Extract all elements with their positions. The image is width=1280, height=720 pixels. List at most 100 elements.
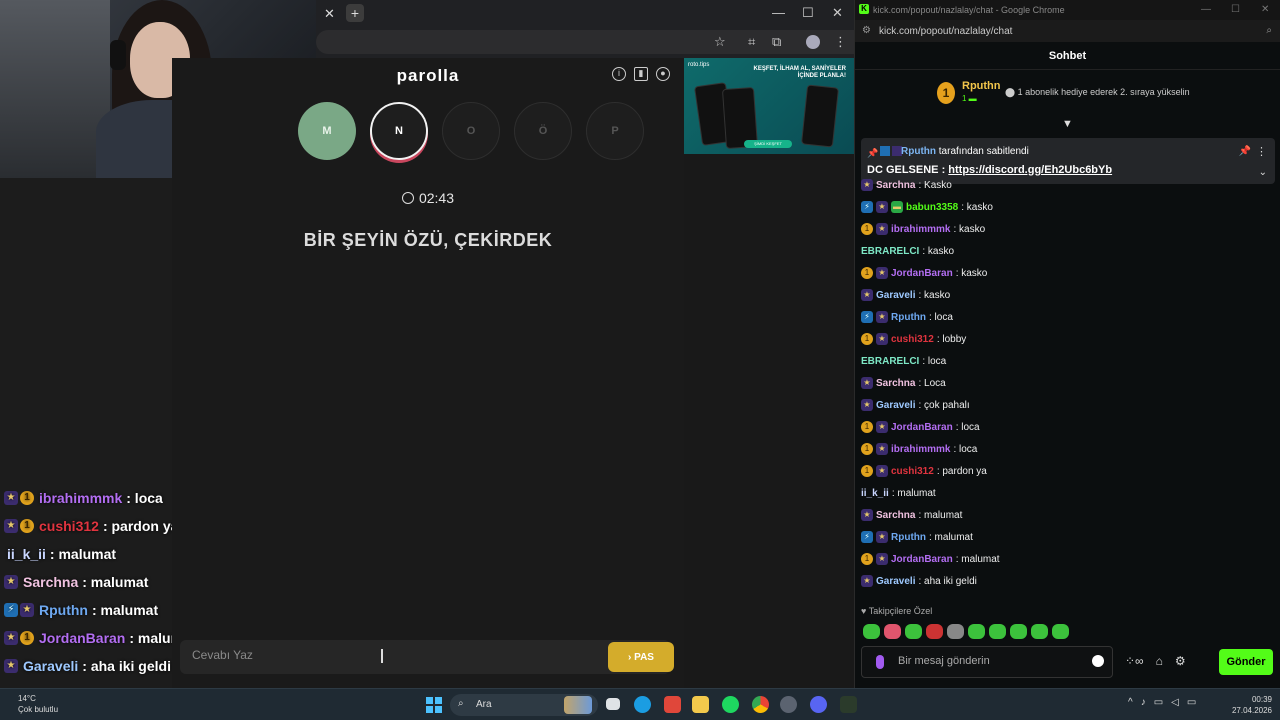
- chat-username[interactable]: Garaveli: [876, 400, 915, 411]
- tray-chevron-icon[interactable]: ^: [1128, 697, 1133, 708]
- advertisement[interactable]: roto.tips KEŞFET, İLHAM AL, SANİYELER İÇ…: [684, 58, 854, 154]
- info-icon[interactable]: i: [612, 67, 626, 81]
- app-p-icon[interactable]: [664, 696, 681, 713]
- discord-icon[interactable]: [810, 696, 827, 713]
- ad-cta-button[interactable]: ŞİMDİ KEŞFET: [744, 140, 792, 148]
- emote[interactable]: [905, 624, 922, 639]
- profile-avatar[interactable]: [806, 35, 820, 49]
- ad-logo: roto.tips: [688, 62, 710, 68]
- start-button[interactable]: [426, 697, 442, 713]
- chat-username[interactable]: Sarchna: [876, 378, 915, 389]
- emote[interactable]: [947, 624, 964, 639]
- chat-username[interactable]: JordanBaran: [891, 268, 953, 279]
- more-options-icon[interactable]: ⋮: [1256, 145, 1267, 158]
- chat-header: Sohbet: [855, 42, 1280, 70]
- weather-widget[interactable]: 14°C Çok bulutlu: [18, 693, 58, 715]
- scroll-down-icon[interactable]: ▼: [1062, 118, 1073, 130]
- emote[interactable]: [1052, 624, 1069, 639]
- letter-2: N: [370, 102, 428, 160]
- url-bar[interactable]: ⚙ kick.com/popout/nazlalay/chat ⌕: [855, 20, 1280, 42]
- question-text: BİR ŞEYİN ÖZÜ, ÇEKİRDEK: [303, 230, 553, 250]
- mic-icon[interactable]: [876, 655, 884, 669]
- volume-icon[interactable]: ◁: [1171, 697, 1179, 708]
- emote[interactable]: [926, 624, 943, 639]
- send-button[interactable]: Gönder: [1219, 649, 1273, 675]
- task-view-icon[interactable]: [606, 698, 620, 710]
- chat-username[interactable]: cushi312: [891, 466, 934, 477]
- settings-gear-icon[interactable]: ⚙: [1175, 654, 1186, 668]
- maximize-icon[interactable]: ☐: [1231, 4, 1240, 15]
- edge-icon[interactable]: [634, 696, 651, 713]
- network-icon[interactable]: ▭: [1154, 697, 1163, 708]
- stats-icon[interactable]: ▮: [634, 67, 648, 81]
- emote[interactable]: [884, 624, 901, 639]
- file-explorer-icon[interactable]: [692, 696, 709, 713]
- menu-dots-icon[interactable]: ⋮: [834, 34, 847, 50]
- close-window-icon[interactable]: ✕: [1261, 4, 1269, 15]
- zoom-icon[interactable]: ⌕: [1266, 25, 1272, 36]
- chat-username[interactable]: JordanBaran: [891, 554, 953, 565]
- gold-badge-icon: 1: [20, 491, 34, 505]
- chat-username[interactable]: cushi312: [891, 334, 934, 345]
- emote[interactable]: [1010, 624, 1027, 639]
- maximize-icon[interactable]: ☐: [802, 5, 814, 21]
- chat-username[interactable]: JordanBaran: [891, 422, 953, 433]
- chat-message-row: ★ Sarchna: malumat: [861, 504, 1275, 526]
- pin-badges: 📌: [867, 146, 903, 159]
- mic-tray-icon[interactable]: ♪: [1141, 697, 1146, 708]
- spotify-icon[interactable]: [722, 696, 739, 713]
- chat-username[interactable]: Rputhn: [891, 312, 926, 323]
- close-tab-icon[interactable]: ✕: [324, 6, 335, 22]
- clock[interactable]: 00:39 27.04.2026: [1228, 694, 1272, 716]
- chat-username[interactable]: ibrahimmmk: [891, 224, 950, 235]
- chrome-icon[interactable]: [752, 696, 769, 713]
- kick-taskbar-icon[interactable]: [840, 696, 857, 713]
- emote[interactable]: [863, 624, 880, 639]
- chat-username[interactable]: Sarchna: [876, 180, 915, 191]
- overlay-chat-user: Garaveli: [23, 658, 79, 674]
- minimize-icon[interactable]: —: [1201, 4, 1211, 15]
- chat-message-row: ★ Sarchna: Kasko: [861, 174, 1275, 196]
- text-cursor-icon: [381, 649, 383, 663]
- chat-username[interactable]: Garaveli: [876, 290, 915, 301]
- site-info-icon[interactable]: ⚙: [862, 25, 871, 36]
- badges-icon[interactable]: ⁘∞: [1125, 654, 1144, 668]
- star-badge-icon: ★: [861, 399, 873, 411]
- chat-username[interactable]: EBRARELCI: [861, 246, 919, 257]
- overlay-chat-message: : malumat: [82, 574, 149, 590]
- battery-icon[interactable]: ▭: [1187, 697, 1196, 708]
- taskbar-search[interactable]: ⌕ Ara: [450, 694, 598, 716]
- store-icon[interactable]: ⌂: [1156, 654, 1163, 668]
- chat-input[interactable]: [898, 655, 1088, 667]
- bookmark-star-icon[interactable]: ☆: [714, 34, 726, 50]
- chat-message-text: : malumat: [929, 531, 973, 543]
- emote[interactable]: [989, 624, 1006, 639]
- chat-message-text: : loca: [922, 355, 947, 367]
- emoji-icon[interactable]: [1092, 655, 1104, 667]
- star-badge-icon: ★: [876, 201, 888, 213]
- blue-badge-icon: ⚡: [861, 201, 873, 213]
- chat-username[interactable]: EBRARELCI: [861, 356, 919, 367]
- close-window-icon[interactable]: ✕: [832, 5, 843, 21]
- extensions-icon[interactable]: ⧉: [772, 34, 781, 50]
- emote[interactable]: [1031, 624, 1048, 639]
- user-icon[interactable]: ●: [656, 67, 670, 81]
- pin-icon[interactable]: 📌: [1239, 146, 1251, 157]
- app-icon[interactable]: [780, 696, 797, 713]
- chat-username[interactable]: ibrahimmmk: [891, 444, 950, 455]
- pass-button[interactable]: › PAS: [608, 642, 674, 672]
- gifter-name[interactable]: Rputhn: [962, 80, 1000, 92]
- new-tab-button[interactable]: +: [346, 4, 364, 22]
- chat-username[interactable]: Sarchna: [876, 510, 915, 521]
- translate-icon[interactable]: ⌗: [748, 34, 755, 50]
- chat-username[interactable]: ii_k_ii: [861, 488, 889, 499]
- emote[interactable]: [968, 624, 985, 639]
- minimize-icon[interactable]: —: [772, 5, 785, 20]
- chat-username[interactable]: Rputhn: [891, 532, 926, 543]
- answer-input[interactable]: [192, 648, 592, 662]
- chat-message-text: : lobby: [936, 333, 967, 345]
- chat-message-row: ⚡ ★ ▬ babun3358: kasko: [861, 196, 1275, 218]
- address-bar[interactable]: ☆ ⌗ ⧉ ⋮: [316, 30, 854, 54]
- chat-username[interactable]: Garaveli: [876, 576, 915, 587]
- chat-username[interactable]: babun3358: [906, 202, 958, 213]
